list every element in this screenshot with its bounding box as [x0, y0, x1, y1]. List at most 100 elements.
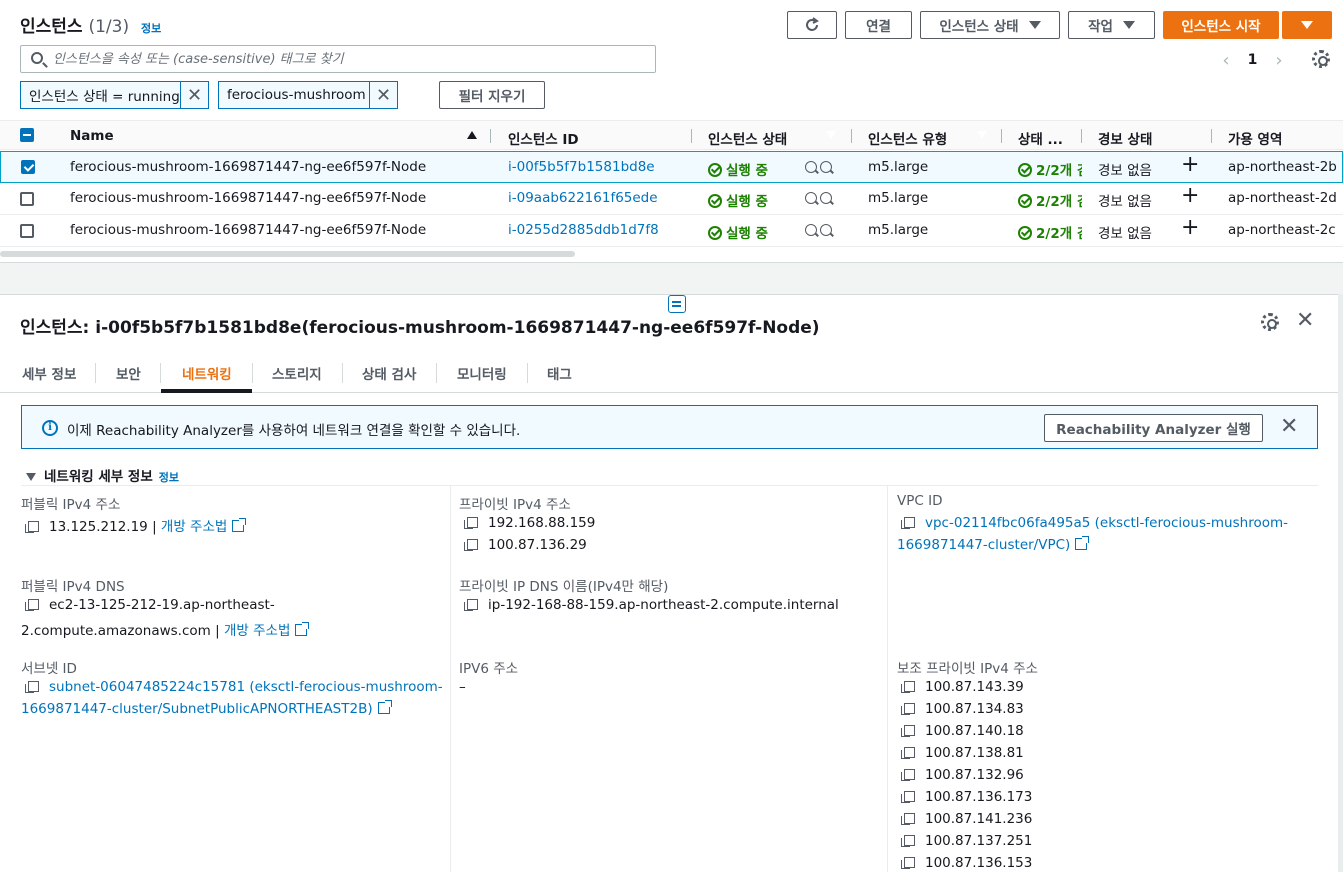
column-divider[interactable] [1001, 129, 1002, 143]
zoom-out-icon[interactable] [820, 161, 832, 173]
column-divider[interactable] [691, 129, 692, 143]
selection-count: (1/3) [88, 17, 130, 37]
column-divider[interactable] [851, 129, 852, 143]
tab-storage[interactable]: 스토리지 [272, 363, 322, 383]
column-header-alarm-status[interactable]: 경보 상태 [1098, 128, 1152, 148]
copy-icon[interactable] [901, 769, 915, 781]
copy-icon[interactable] [25, 599, 39, 611]
pagination: ‹ 1 › [1216, 48, 1289, 72]
vertical-scrollbar[interactable] [1338, 294, 1343, 872]
external-link-icon[interactable] [377, 700, 392, 714]
page-number[interactable]: 1 [1236, 52, 1269, 68]
table-row[interactable]: ferocious-mushroom-1669871447-ng-ee6f597… [0, 151, 1343, 183]
settings-gear-icon[interactable] [1261, 313, 1279, 331]
connect-button[interactable]: 연결 [845, 11, 912, 39]
close-icon[interactable]: ✕ [369, 82, 397, 108]
table-row[interactable]: ferocious-mushroom-1669871447-ng-ee6f597… [0, 183, 1343, 215]
tab-details[interactable]: 세부 정보 [22, 363, 76, 383]
next-page-button[interactable]: › [1269, 50, 1289, 71]
add-alarm-plus-icon[interactable]: + [1181, 215, 1199, 240]
add-alarm-plus-icon[interactable]: + [1181, 152, 1199, 177]
caret-down-icon [1301, 21, 1313, 29]
tab-monitoring[interactable]: 모니터링 [457, 363, 507, 383]
info-link[interactable]: 정보 [159, 471, 179, 484]
copy-icon[interactable] [901, 681, 915, 693]
column-header-instance-state[interactable]: 인스턴스 상태 [708, 128, 787, 148]
add-alarm-plus-icon[interactable]: + [1181, 183, 1199, 208]
copy-icon[interactable] [25, 681, 39, 693]
zoom-in-icon[interactable] [805, 161, 817, 173]
sort-icon[interactable] [976, 129, 988, 139]
section-header-networking-details[interactable]: 네트워킹 세부 정보 정보 [26, 465, 179, 485]
run-reachability-analyzer-button[interactable]: Reachability Analyzer 실행 [1044, 414, 1263, 442]
copy-icon[interactable] [901, 835, 915, 847]
search-input[interactable] [53, 50, 643, 68]
copy-icon[interactable] [901, 747, 915, 759]
vpc-link[interactable]: vpc-02114fbc06fa495a5 (eksctl-ferocious-… [901, 515, 1288, 531]
external-link-icon[interactable] [295, 622, 310, 636]
column-header-availability-zone[interactable]: 가용 영역 [1228, 128, 1282, 148]
tab-networking[interactable]: 네트워킹 [182, 363, 232, 383]
copy-icon[interactable] [464, 599, 478, 611]
select-all-checkbox[interactable] [20, 128, 34, 142]
tab-tags[interactable]: 태그 [547, 363, 572, 383]
row-checkbox[interactable] [20, 192, 34, 206]
resize-handle-icon[interactable] [668, 295, 686, 313]
zoom-out-icon[interactable] [820, 192, 832, 204]
row-checkbox[interactable] [21, 160, 35, 174]
open-address-link[interactable]: 개방 주소법 [224, 623, 290, 639]
copy-icon[interactable] [25, 521, 39, 533]
copy-icon[interactable] [464, 539, 478, 551]
column-divider[interactable] [1081, 129, 1082, 143]
settings-gear-icon[interactable] [1312, 50, 1330, 68]
launch-options-button[interactable] [1282, 11, 1332, 39]
clear-filters-button[interactable]: 필터 지우기 [439, 81, 545, 109]
instance-id-link[interactable]: i-09aab622161f65ede [508, 190, 658, 206]
info-link[interactable]: 정보 [141, 22, 161, 35]
column-divider[interactable] [490, 129, 491, 143]
launch-instances-button[interactable]: 인스턴스 시작 [1163, 11, 1279, 39]
copy-icon[interactable] [901, 791, 915, 803]
status-check: 2/2개 검 [1018, 159, 1082, 179]
column-header-instance-type[interactable]: 인스턴스 유형 [868, 128, 947, 148]
public-ipv4-value: 13.125.212.19 | 개방 주소법 [25, 515, 247, 535]
tab-security[interactable]: 보안 [116, 363, 141, 383]
panel-splitter[interactable] [0, 262, 1343, 294]
column-header-status-check[interactable]: 상태 ... [1018, 128, 1063, 148]
copy-icon[interactable] [901, 857, 915, 869]
copy-icon[interactable] [901, 703, 915, 715]
column-divider[interactable] [1211, 129, 1212, 143]
instance-id-link[interactable]: i-0255d2885ddb1d7f8 [508, 222, 659, 238]
zoom-out-icon[interactable] [820, 224, 832, 236]
close-icon[interactable]: ✕ [1280, 414, 1298, 439]
copy-icon[interactable] [901, 813, 915, 825]
copy-icon[interactable] [901, 725, 915, 737]
sort-icon[interactable] [825, 129, 837, 139]
refresh-button[interactable] [787, 11, 837, 39]
external-link-icon[interactable] [1075, 536, 1090, 550]
instance-state-dropdown[interactable]: 인스턴스 상태 [920, 11, 1060, 39]
zoom-in-icon[interactable] [805, 224, 817, 236]
actions-dropdown[interactable]: 작업 [1068, 11, 1155, 39]
vpc-link-cont[interactable]: 1669871447-cluster/VPC) [897, 536, 1090, 553]
copy-icon[interactable] [464, 517, 478, 529]
sort-ascending-icon[interactable] [467, 131, 477, 139]
search-box[interactable] [20, 45, 656, 73]
column-header-instance-id[interactable]: 인스턴스 ID [508, 128, 579, 148]
external-link-icon[interactable] [232, 518, 247, 532]
open-address-link[interactable]: 개방 주소법 [161, 519, 227, 535]
zoom-in-icon[interactable] [805, 192, 817, 204]
table-row[interactable]: ferocious-mushroom-1669871447-ng-ee6f597… [0, 215, 1343, 247]
prev-page-button[interactable]: ‹ [1216, 50, 1236, 71]
copy-icon[interactable] [901, 517, 915, 529]
subnet-link[interactable]: subnet-06047485224c15781 (eksctl-ferocio… [25, 679, 443, 695]
instance-state: 실행 중 [708, 190, 768, 210]
row-checkbox[interactable] [20, 224, 34, 238]
horizontal-scrollbar[interactable] [0, 251, 575, 257]
close-icon[interactable]: ✕ [180, 82, 208, 108]
tab-status-checks[interactable]: 상태 검사 [362, 363, 416, 383]
close-icon[interactable]: ✕ [1296, 308, 1314, 333]
column-header-name[interactable]: Name [70, 128, 114, 144]
instance-id-link[interactable]: i-00f5b5f7b1581bd8e [508, 159, 655, 175]
subnet-link-cont[interactable]: 1669871447-cluster/SubnetPublicAPNORTHEA… [21, 700, 392, 717]
